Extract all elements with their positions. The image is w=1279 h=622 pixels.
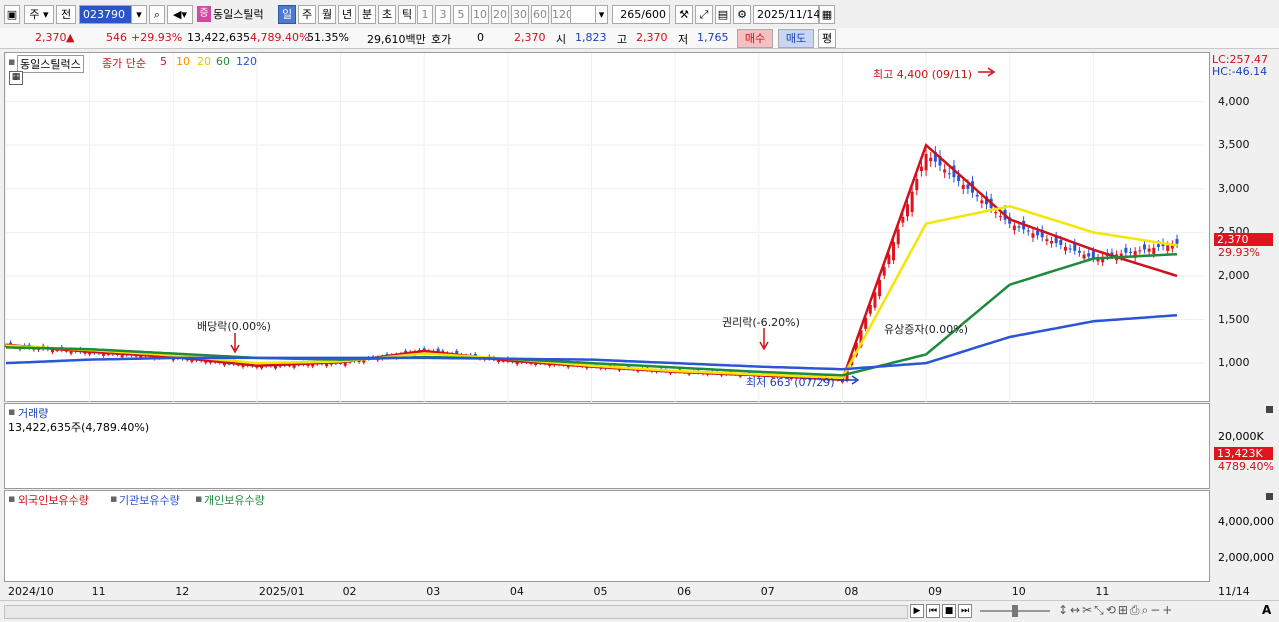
x-axis-label-9: 07	[760, 585, 775, 598]
candle-body-198	[924, 153, 928, 171]
legend-foreign: 외국인보유수량	[18, 494, 89, 507]
holding-bullet2-icon: ▪	[110, 492, 118, 505]
candle-body-203	[947, 173, 951, 175]
x-axis-label-1: 11	[91, 585, 106, 598]
volume-pct-tag: 4789.40%	[1218, 460, 1274, 473]
price-y-tick-2: 3,000	[1218, 181, 1250, 195]
annotation-arrows	[230, 67, 996, 385]
scroll-first-icon[interactable]: ⏮	[926, 604, 940, 618]
volume-y-tick: 20,000K	[1218, 430, 1264, 443]
candle-body-250	[1166, 245, 1170, 251]
x-axis-label-2: 12	[175, 585, 190, 598]
x-axis-label-13: 11	[1095, 585, 1110, 598]
volume-bullet-icon: ▪	[8, 405, 16, 418]
x-axis-end: 11/14	[1218, 585, 1250, 598]
x-axis-label-5: 03	[426, 585, 441, 598]
candle-body-209	[975, 194, 979, 197]
x-axis-label-7: 05	[593, 585, 608, 598]
candle-body-192	[896, 229, 900, 245]
candle-body-224	[1045, 239, 1049, 242]
x-axis-label-8: 06	[677, 585, 692, 598]
candle-body-228	[1063, 246, 1067, 251]
current-price-tag: 2,370	[1214, 233, 1273, 246]
holding-y-tick-4m: 4,000,000	[1218, 515, 1274, 528]
price-y-tick-4: 2,000	[1218, 268, 1250, 282]
chart-tool-icons[interactable]: ↕↔✂⤡⟲⊞⎙⌕−+	[1058, 603, 1174, 618]
holdings-panel	[4, 490, 1210, 582]
capital-increase-annotation: 유상증자(0.00%)	[884, 323, 969, 336]
candle-body-202	[943, 169, 947, 173]
candle-body-247	[1152, 247, 1156, 254]
font-size-icon[interactable]: A	[1262, 603, 1271, 617]
holding-y-tick-2m: 2,000,000	[1218, 551, 1274, 564]
candle-body-225	[1050, 241, 1054, 244]
candle-body-220	[1026, 230, 1030, 232]
volume-value-label: 13,422,635주(4,789.40%)	[8, 421, 150, 434]
rights-annotation: 권리락(-6.20%)	[722, 316, 800, 329]
price-y-tick-0: 4,000	[1218, 94, 1250, 108]
candle-body-194	[905, 204, 909, 217]
volume-tag: 13,423K	[1214, 447, 1273, 460]
high-annotation: 최고 4,400 (09/11)	[873, 68, 973, 81]
candle-body-222	[1036, 230, 1040, 236]
candle-body-191	[892, 242, 896, 261]
candle-body-246	[1147, 248, 1151, 252]
stop-icon[interactable]: ■	[942, 604, 956, 618]
candle-body-207	[966, 184, 970, 189]
candle-body-233	[1087, 253, 1091, 257]
rights-arrow	[759, 328, 769, 351]
volume-panel-close-icon[interactable]	[1266, 406, 1273, 413]
candle-body-210	[980, 200, 984, 204]
candle-body-245	[1142, 244, 1146, 250]
candle-body-213	[994, 212, 998, 214]
candle-body-218	[1017, 226, 1021, 228]
x-axis-label-12: 10	[1011, 585, 1026, 598]
candle-body-244	[1138, 250, 1142, 252]
high-arrow	[978, 67, 996, 77]
scrollbar-track[interactable]	[4, 605, 908, 619]
candle-body-199	[929, 157, 933, 162]
dividend-arrow	[230, 333, 240, 354]
holding-bullet3-icon: ▪	[195, 492, 203, 505]
x-axis-label-0: 2024/10	[8, 585, 54, 598]
candle-body-197	[919, 166, 923, 172]
candle-body-241	[1124, 247, 1128, 253]
candle-body-214	[998, 215, 1002, 217]
candle-body-188	[878, 279, 882, 297]
candle-body-232	[1082, 254, 1086, 259]
candle-body-229	[1068, 248, 1072, 250]
price-y-tick-1: 3,500	[1218, 138, 1250, 152]
candle-body-221	[1031, 233, 1035, 238]
candle-body-231	[1077, 250, 1081, 253]
candle-body-252	[1175, 238, 1179, 244]
candle-body-248	[1156, 244, 1160, 247]
candle-body-206	[961, 184, 965, 189]
holdings-panel-close-icon[interactable]	[1266, 493, 1273, 500]
legend-individual: 개인보유수량	[204, 494, 265, 507]
x-axis-label-6: 04	[509, 585, 524, 598]
candle-body-242	[1129, 251, 1133, 253]
x-axis-label-10: 08	[844, 585, 859, 598]
holding-bullet-icon: ▪	[8, 492, 16, 505]
navigation-bar: ▶ ⏮ ■ ⏭ ↕↔✂⤡⟲⊞⎙⌕−+ A	[0, 600, 1279, 622]
volume-panel	[4, 403, 1210, 489]
price-y-tick-5: 1,500	[1218, 312, 1250, 326]
candle-body-217	[1012, 225, 1016, 231]
candle-body-227	[1059, 239, 1063, 245]
scroll-last-icon[interactable]: ⏭	[958, 604, 972, 618]
price-y-tick-6: 1,000	[1218, 356, 1250, 370]
low-annotation: 최저 663 (07/29)	[746, 376, 835, 389]
candle-body-195	[910, 191, 914, 213]
x-axis-label-4: 02	[342, 585, 357, 598]
legend-institution: 기관보유수량	[119, 494, 180, 507]
candle-body-193	[901, 216, 905, 223]
x-axis-label-11: 09	[928, 585, 943, 598]
scroll-right-icon[interactable]: ▶	[910, 604, 924, 618]
current-pct-tag: 29.93%	[1218, 246, 1260, 259]
zoom-slider-handle[interactable]	[1012, 605, 1018, 617]
x-axis-label-3: 2025/01	[258, 585, 305, 598]
candle-body-196	[915, 179, 919, 191]
dividend-annotation: 배당락(0.00%)	[197, 320, 271, 333]
